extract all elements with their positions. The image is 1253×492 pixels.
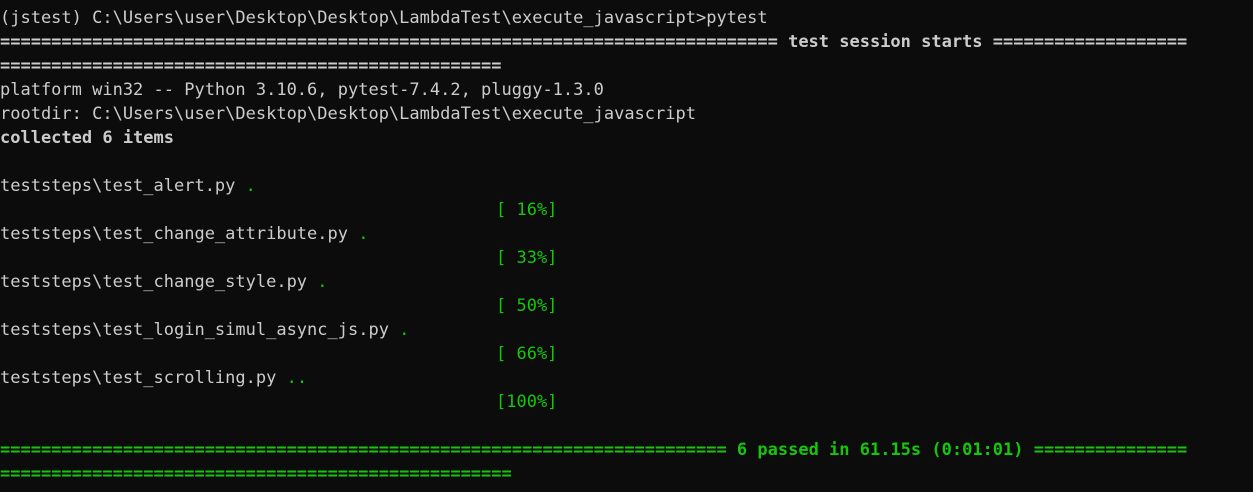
- test-file: teststeps\test_change_attribute.py: [0, 224, 359, 244]
- test-file: teststeps\test_login_simul_async_js.py: [0, 320, 400, 340]
- test-file: teststeps\test_change_style.py: [0, 272, 318, 292]
- summary-separator-right: ===============: [1023, 440, 1188, 460]
- test-progress-percent: [ 16%]: [496, 200, 558, 220]
- collected-count: collected 6 items: [0, 128, 174, 148]
- test-row: teststeps\test_change_style.py .: [0, 270, 1253, 294]
- test-result-dots: ..: [286, 368, 308, 388]
- summary-line: ========================================…: [0, 438, 1253, 462]
- test-progress-percent: [ 66%]: [496, 344, 558, 364]
- test-progress-percent: [ 33%]: [496, 248, 558, 268]
- summary-separator-left: ========================================…: [0, 440, 737, 460]
- test-row: teststeps\test_scrolling.py ..: [0, 366, 1253, 390]
- test-file: teststeps\test_scrolling.py: [0, 368, 287, 388]
- command-prompt-line: (jstest) C:\Users\user\Desktop\Desktop\L…: [0, 8, 768, 28]
- test-row: teststeps\test_alert.py .: [0, 174, 1253, 198]
- session-start-separator-wrap: ========================================…: [0, 56, 502, 76]
- test-file: teststeps\test_alert.py: [0, 176, 246, 196]
- test-result-dots: .: [245, 176, 256, 196]
- platform-info: platform win32 -- Python 3.10.6, pytest-…: [0, 80, 604, 100]
- session-start-separator: ========================================…: [0, 32, 1188, 52]
- summary-result: 6 passed in 61.15s (0:01:01): [736, 440, 1024, 460]
- test-result-dots: .: [358, 224, 369, 244]
- test-row: teststeps\test_login_simul_async_js.py .: [0, 318, 1253, 342]
- rootdir-info: rootdir: C:\Users\user\Desktop\Desktop\L…: [0, 104, 696, 124]
- test-progress-percent: [ 50%]: [496, 296, 558, 316]
- test-row: teststeps\test_change_attribute.py .: [0, 222, 1253, 246]
- summary-separator-wrap: ========================================…: [0, 464, 512, 484]
- terminal-window[interactable]: (jstest) C:\Users\user\Desktop\Desktop\L…: [0, 0, 1253, 492]
- test-progress-percent: [100%]: [496, 392, 558, 412]
- test-result-dots: .: [317, 272, 328, 292]
- test-result-dots: .: [399, 320, 410, 340]
